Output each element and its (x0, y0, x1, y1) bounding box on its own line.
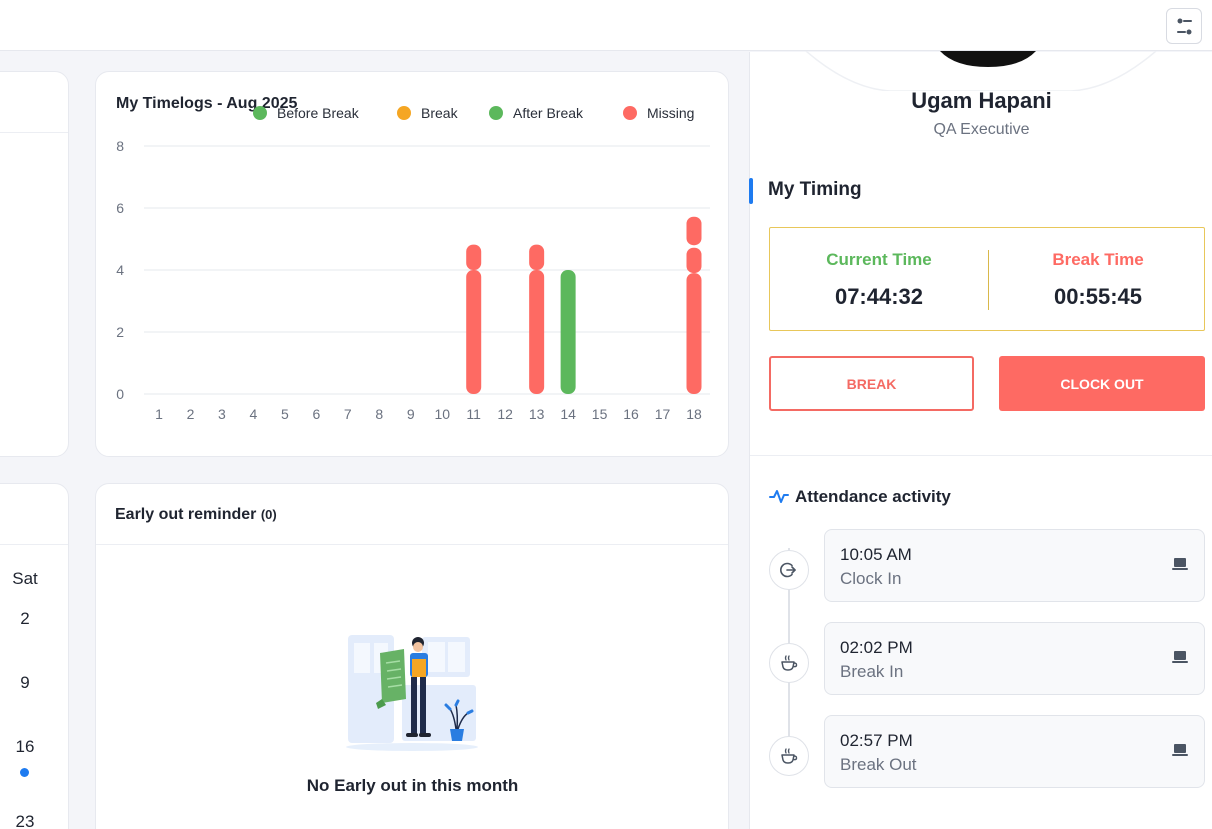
right-panel: Ugam Hapani QA Executive My Timing Curre… (749, 51, 1212, 829)
activity-time: 02:57 PM (840, 731, 913, 750)
bar-segment (686, 247, 702, 274)
section-accent (749, 178, 753, 204)
clock-out-button[interactable]: CLOCK OUT (999, 356, 1205, 411)
x-tick-label: 6 (312, 406, 320, 422)
x-tick-label: 15 (592, 406, 608, 422)
early-out-count: (0) (260, 507, 277, 522)
bar-segment (466, 244, 482, 270)
activity-pulse-icon (769, 490, 789, 503)
timeline-node (769, 550, 809, 590)
left-card-top (0, 71, 69, 457)
x-tick-label: 9 (407, 406, 415, 422)
calendar-card: Sat 2 9 16 23 (0, 483, 69, 829)
x-tick-label: 7 (344, 406, 352, 422)
x-tick-label: 10 (434, 406, 450, 422)
empty-state-text: No Early out in this month (306, 776, 519, 795)
top-bar (0, 0, 1212, 51)
coffee-icon (781, 748, 798, 764)
activity-time: 10:05 AM (840, 545, 912, 564)
card-divider (96, 544, 728, 545)
y-tick-label: 6 (116, 200, 124, 216)
bar-segment (686, 216, 702, 246)
y-tick-label: 2 (116, 324, 124, 340)
x-tick-label: 11 (466, 406, 481, 422)
empty-state-illustration (346, 635, 478, 751)
bar-segment (529, 244, 545, 270)
bar-segment (466, 270, 482, 394)
early-out-title-text: Early out reminder (115, 506, 257, 523)
clock-in-icon (780, 562, 796, 578)
x-tick-label: 1 (155, 406, 163, 422)
bar-segment (560, 270, 576, 394)
activity-label: Break Out (840, 755, 917, 774)
profile-role: QA Executive (933, 121, 1030, 138)
timeline-node (769, 736, 809, 776)
calendar-day[interactable]: 16 (0, 737, 55, 757)
panel-divider (750, 455, 1212, 456)
x-tick-label: 18 (686, 406, 702, 422)
attendance-activity-title: Attendance activity (795, 487, 951, 506)
x-tick-label: 17 (655, 406, 671, 422)
timing-box: Current Time 07:44:32 Break Time 00:55:4… (769, 227, 1205, 331)
activity-time: 02:02 PM (840, 638, 913, 657)
coffee-icon (781, 655, 798, 671)
timelogs-card: My Timelogs - Aug 2025 Before Break Break… (95, 71, 729, 457)
break-time-block: Break Time 00:55:45 (989, 228, 1207, 332)
y-tick-label: 8 (116, 138, 124, 154)
timelogs-chart: 024681 2 3 4 5 6 7 8 9 10 11 12 13 14 15 16 17 18 (116, 138, 710, 422)
profile-name: Ugam Hapani (911, 88, 1052, 113)
activity-label: Clock In (840, 569, 902, 588)
x-tick-label: 5 (281, 406, 289, 422)
break-time-label: Break Time (1052, 250, 1144, 269)
activity-item: 02:57 PM Break Out (824, 715, 1205, 788)
current-time-value: 07:44:32 (834, 284, 924, 309)
x-tick-label: 12 (497, 406, 513, 422)
filter-button[interactable] (1166, 8, 1202, 44)
laptop-icon (1172, 558, 1188, 570)
y-tick-label: 0 (116, 386, 124, 402)
calendar-day[interactable]: 9 (0, 673, 55, 693)
break-time-value: 00:55:45 (1053, 284, 1143, 309)
timeline-node (769, 643, 809, 683)
sliders-icon (1177, 18, 1192, 35)
bar-segment (529, 270, 545, 394)
x-tick-label: 4 (250, 406, 258, 422)
activity-item: 02:02 PM Break In (824, 622, 1205, 695)
activity-item: 10:05 AM Clock In (824, 529, 1205, 602)
x-tick-label: 14 (560, 406, 576, 422)
x-tick-label: 2 (187, 406, 195, 422)
bar-segment (686, 273, 702, 394)
early-out-card: Early out reminder (0) No Early out in t… (95, 483, 729, 829)
x-tick-label: 8 (375, 406, 383, 422)
x-tick-label: 3 (218, 406, 226, 422)
early-out-title: Early out reminder (0) (115, 506, 277, 524)
x-tick-label: 13 (529, 406, 545, 422)
card-divider (0, 544, 68, 545)
current-time-label: Current Time (826, 250, 932, 269)
laptop-icon (1172, 651, 1188, 663)
x-tick-label: 16 (623, 406, 639, 422)
activity-label: Break In (840, 662, 904, 681)
laptop-icon (1172, 744, 1188, 756)
break-button[interactable]: BREAK (769, 356, 974, 411)
calendar-day[interactable]: 23 (0, 812, 55, 829)
my-timing-title: My Timing (768, 179, 862, 200)
profile-ring (805, 51, 1157, 91)
card-divider (0, 132, 68, 133)
y-tick-label: 4 (116, 262, 124, 278)
calendar-event-dot (20, 768, 29, 777)
calendar-weekday-sat: Sat (12, 569, 38, 588)
calendar-day[interactable]: 2 (0, 609, 55, 629)
current-time-block: Current Time 07:44:32 (770, 228, 988, 332)
